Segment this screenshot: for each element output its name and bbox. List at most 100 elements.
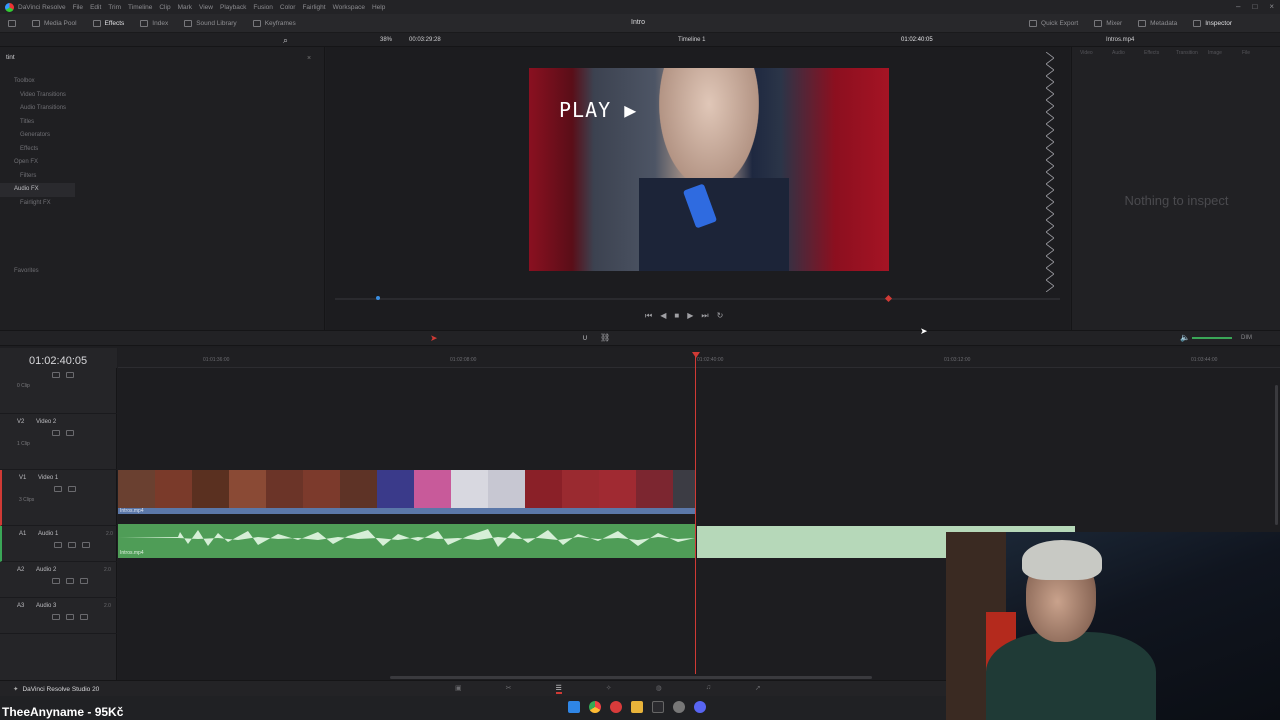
- volume-icon[interactable]: 🔈: [1180, 333, 1190, 342]
- opera-icon[interactable]: [610, 701, 622, 713]
- inspector-tab-transition[interactable]: Transition: [1176, 50, 1198, 56]
- zoom-level[interactable]: 38%: [380, 37, 392, 43]
- timeline-scrollbar[interactable]: [390, 676, 872, 679]
- chrome-icon[interactable]: [589, 701, 601, 713]
- solo-icon[interactable]: [66, 614, 74, 620]
- toolbar-sidebar-toggle[interactable]: [0, 14, 24, 33]
- inspector-tab-video[interactable]: Video: [1080, 50, 1093, 56]
- mute-icon[interactable]: [80, 614, 88, 620]
- tree-item-effects[interactable]: Effects: [0, 143, 325, 157]
- play-icon[interactable]: ▶: [687, 311, 693, 321]
- tree-item-fairlight-fx[interactable]: Fairlight FX: [0, 197, 325, 211]
- menu-clip[interactable]: Clip: [159, 4, 170, 11]
- minimize-icon[interactable]: –: [1236, 2, 1240, 11]
- inspector-tab-audio[interactable]: Audio: [1112, 50, 1125, 56]
- scrub-in-marker[interactable]: [376, 296, 380, 300]
- tree-item-video-transitions[interactable]: Video Transitions: [0, 89, 325, 103]
- go-to-start-icon[interactable]: ⏮: [645, 311, 652, 321]
- index-button[interactable]: Index: [132, 14, 176, 33]
- keyframes-button[interactable]: Keyframes: [245, 14, 304, 33]
- clear-search-icon[interactable]: ×: [307, 55, 311, 62]
- mute-icon[interactable]: [82, 542, 90, 548]
- effects-search-input[interactable]: tint: [6, 54, 316, 66]
- maximize-icon[interactable]: □: [1252, 2, 1257, 11]
- menu-help[interactable]: Help: [372, 4, 385, 11]
- windows-start-icon[interactable]: [568, 701, 580, 713]
- menu-playback[interactable]: Playback: [220, 4, 246, 11]
- inspector-tab-image[interactable]: Image: [1208, 50, 1222, 56]
- go-to-end-icon[interactable]: ⏭: [701, 311, 708, 321]
- stop-icon[interactable]: ■: [674, 311, 679, 321]
- lock-icon[interactable]: [52, 430, 60, 436]
- menu-color[interactable]: Color: [280, 4, 296, 11]
- solo-icon[interactable]: [68, 542, 76, 548]
- menu-mark[interactable]: Mark: [178, 4, 192, 11]
- tree-item-generators[interactable]: Generators: [0, 129, 325, 143]
- lock-icon[interactable]: [54, 542, 62, 548]
- tree-item-titles[interactable]: Titles: [0, 116, 325, 130]
- favorites-label[interactable]: Favorites: [14, 268, 39, 274]
- metadata-button[interactable]: Metadata: [1130, 14, 1185, 33]
- media-page-icon[interactable]: ▣: [455, 684, 462, 694]
- lock-icon[interactable]: [54, 486, 62, 492]
- volume-slider[interactable]: [1192, 337, 1232, 339]
- timeline-name[interactable]: Timeline 1: [678, 37, 705, 43]
- menu-workspace[interactable]: Workspace: [333, 4, 365, 11]
- lock-icon[interactable]: [52, 372, 60, 378]
- monitor-icon[interactable]: [66, 430, 74, 436]
- quick-export-button[interactable]: Quick Export: [1021, 14, 1086, 33]
- menu-view[interactable]: View: [199, 4, 213, 11]
- viewer-video-frame[interactable]: PLAY ▶: [529, 68, 889, 271]
- menu-fairlight[interactable]: Fairlight: [302, 4, 325, 11]
- play-reverse-icon[interactable]: ◀: [660, 311, 666, 321]
- fairlight-page-icon[interactable]: ♫: [706, 684, 711, 694]
- inspector-tab-effects[interactable]: Effects: [1144, 50, 1159, 56]
- viewer-scrub-bar[interactable]: [335, 298, 1060, 300]
- menu-fusion[interactable]: Fusion: [253, 4, 273, 11]
- track-header-a1[interactable]: A1 Audio 1 2.0: [0, 526, 117, 562]
- timeline-vertical-scrollbar[interactable]: [1275, 385, 1278, 525]
- file-explorer-icon[interactable]: [631, 701, 643, 713]
- lock-icon[interactable]: [52, 614, 60, 620]
- mute-icon[interactable]: [80, 578, 88, 584]
- cut-page-icon[interactable]: ✂: [506, 684, 512, 694]
- dim-button[interactable]: DIM: [1241, 335, 1252, 341]
- track-header-v3[interactable]: 0 Clip: [0, 368, 117, 414]
- monitor-icon[interactable]: [68, 486, 76, 492]
- media-pool-button[interactable]: Media Pool: [24, 14, 85, 33]
- effects-button[interactable]: Effects: [85, 14, 133, 33]
- solo-icon[interactable]: [66, 578, 74, 584]
- selection-tool-icon[interactable]: ➤: [430, 333, 438, 344]
- sound-library-button[interactable]: Sound Library: [176, 14, 244, 33]
- close-icon[interactable]: ×: [1269, 2, 1274, 11]
- track-header-a2[interactable]: A2 Audio 2 2.0: [0, 562, 117, 598]
- menu-timeline[interactable]: Timeline: [128, 4, 152, 11]
- tree-item-audio-transitions[interactable]: Audio Transitions: [0, 102, 325, 116]
- tree-item-filters[interactable]: Filters: [0, 170, 325, 184]
- track-header-a3[interactable]: A3 Audio 3 2.0: [0, 598, 117, 634]
- track-header-v2[interactable]: V2 Video 2 1 Clip: [0, 414, 117, 470]
- timeline-playhead[interactable]: [695, 352, 696, 674]
- lock-icon[interactable]: [52, 578, 60, 584]
- inspector-tab-file[interactable]: File: [1240, 50, 1252, 56]
- inspector-button[interactable]: Inspector: [1185, 14, 1240, 33]
- settings-icon[interactable]: [673, 701, 685, 713]
- discord-icon[interactable]: [694, 701, 706, 713]
- video-clip[interactable]: Intros.mp4: [118, 470, 695, 514]
- menu-file[interactable]: File: [73, 4, 83, 11]
- edit-page-icon[interactable]: ☰: [555, 684, 562, 694]
- color-page-icon[interactable]: ◍: [656, 684, 662, 694]
- tree-item-audio-fx[interactable]: Audio FX: [0, 183, 75, 197]
- deliver-page-icon[interactable]: ➚: [755, 684, 761, 694]
- mixer-button[interactable]: Mixer: [1086, 14, 1130, 33]
- audio-clip[interactable]: Intros.mp4: [118, 524, 695, 558]
- link-icon[interactable]: ⛓: [600, 333, 610, 342]
- search-icon[interactable]: ⌕: [283, 35, 288, 46]
- resolve-taskbar-icon[interactable]: [652, 701, 664, 713]
- loop-icon[interactable]: ↻: [717, 311, 724, 321]
- menu-trim[interactable]: Trim: [108, 4, 121, 11]
- timeline-ruler[interactable]: 01:01:36:00 01:02:08:00 01:02:40:00 01:0…: [118, 348, 1280, 368]
- menu-edit[interactable]: Edit: [90, 4, 101, 11]
- tree-item-open-fx[interactable]: Open FX: [0, 156, 325, 170]
- tree-item-toolbox[interactable]: Toolbox: [0, 75, 325, 89]
